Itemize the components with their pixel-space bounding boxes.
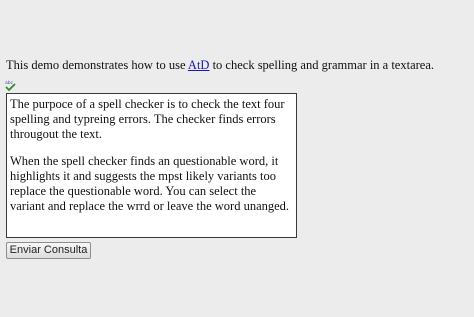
textarea-paragraph-1: The purpoce of a spell checker is to che… [10,97,285,141]
intro-text-before: This demo demonstrates how to use [6,58,188,72]
spellcheck-textarea[interactable]: The purpoce of a spell checker is to che… [6,93,297,238]
submit-button[interactable]: Enviar Consulta [6,242,91,259]
spellcheck-icon-text: abc [5,80,14,86]
spellcheck-icon[interactable]: abc [5,80,18,92]
intro-text: This demo demonstrates how to use AtD to… [6,58,434,73]
intro-text-after: to check spelling and grammar in a texta… [209,58,435,72]
atd-link[interactable]: AtD [188,58,210,72]
textarea-paragraph-2: When the spell checker finds an question… [10,154,290,213]
